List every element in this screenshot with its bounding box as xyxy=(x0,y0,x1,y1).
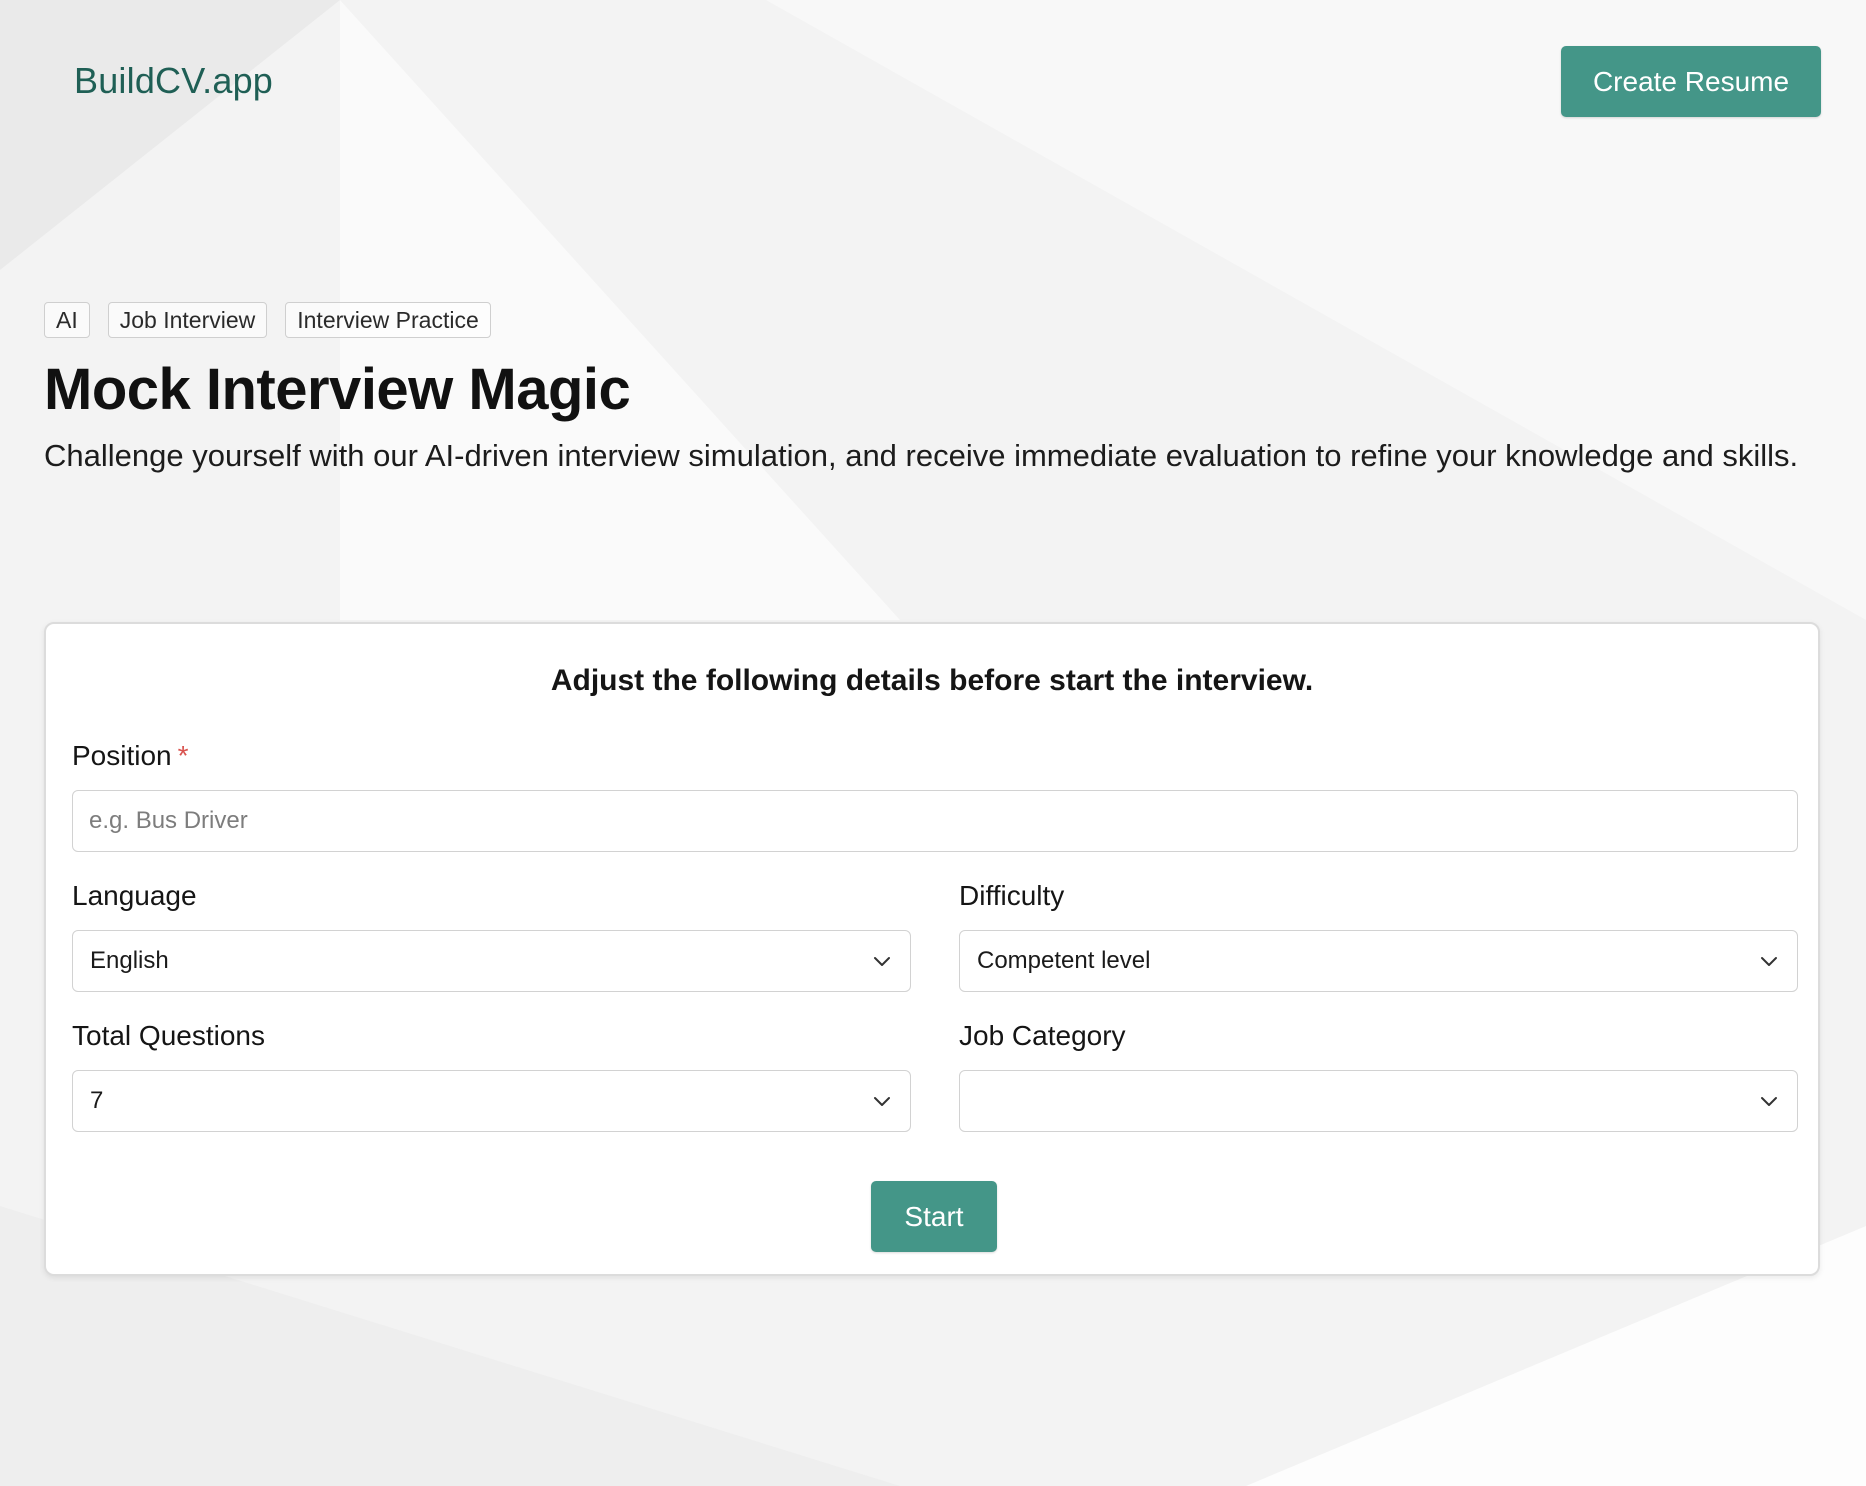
language-selected-value: English xyxy=(90,947,169,974)
total-questions-selected-value: 7 xyxy=(90,1087,104,1114)
brand-logo-link[interactable]: BuildCV.app xyxy=(74,60,273,102)
language-label: Language xyxy=(72,880,197,911)
chevron-down-icon xyxy=(874,957,890,966)
position-field xyxy=(72,790,1798,852)
start-button[interactable]: Start xyxy=(871,1181,997,1252)
chevron-down-icon xyxy=(874,1097,890,1106)
difficulty-select[interactable]: Competent level xyxy=(959,930,1798,992)
page: BuildCV.app Create Resume AI Job Intervi… xyxy=(0,0,1866,1486)
form-heading: Adjust the following details before star… xyxy=(550,664,1314,697)
total-questions-label: Total Questions xyxy=(72,1020,265,1051)
tag-interview-practice: Interview Practice xyxy=(285,302,491,338)
page-title: Mock Interview Magic xyxy=(44,357,631,422)
chevron-down-icon xyxy=(1761,957,1777,966)
interview-settings-form: Adjust the following details before star… xyxy=(44,622,1820,1276)
header: BuildCV.app Create Resume xyxy=(0,0,1866,160)
tag-ai: AI xyxy=(44,302,90,338)
page-subtitle: Challenge yourself with our AI-driven in… xyxy=(44,438,1799,473)
tag-list: AI Job Interview Interview Practice xyxy=(44,302,491,338)
tag-job-interview: Job Interview xyxy=(107,302,268,338)
required-marker: * xyxy=(177,740,189,771)
difficulty-selected-value: Competent level xyxy=(977,947,1151,974)
total-questions-select[interactable]: 7 xyxy=(72,1070,911,1132)
position-input[interactable] xyxy=(73,791,1797,851)
difficulty-label: Difficulty xyxy=(959,880,1065,911)
create-resume-button[interactable]: Create Resume xyxy=(1561,46,1821,117)
chevron-down-icon xyxy=(1761,1097,1777,1106)
job-category-select[interactable] xyxy=(959,1070,1798,1132)
position-label-text: Position xyxy=(72,740,172,771)
job-category-label: Job Category xyxy=(959,1020,1126,1051)
language-select[interactable]: English xyxy=(72,930,911,992)
position-label: Position * xyxy=(72,740,189,772)
